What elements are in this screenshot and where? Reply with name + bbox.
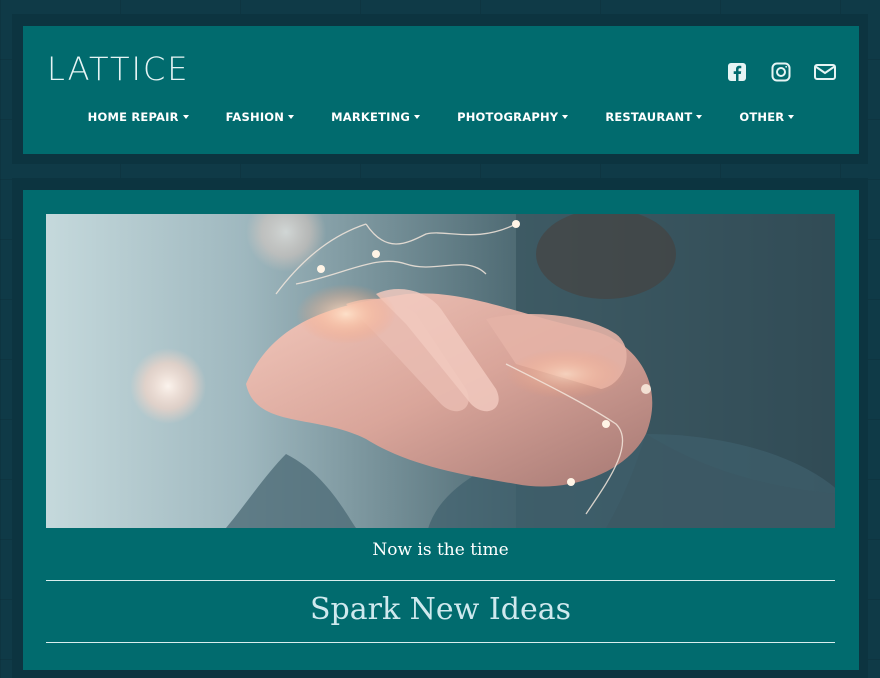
caret-down-icon (562, 115, 569, 119)
caret-down-icon (788, 115, 795, 119)
nav-item-label: FASHION (225, 110, 285, 124)
main-nav: HOME REPAIR FASHION MARKETING PHOTOGRAPH… (23, 110, 859, 124)
instagram-icon[interactable] (769, 60, 793, 84)
nav-item-label: HOME REPAIR (87, 110, 179, 124)
caret-down-icon (182, 115, 189, 119)
nav-item-fashion[interactable]: FASHION (225, 110, 295, 124)
page-headline: Spark New Ideas (309, 592, 571, 627)
hero-image (46, 214, 835, 528)
caret-down-icon (696, 115, 703, 119)
nav-item-home-repair[interactable]: HOME REPAIR (88, 110, 189, 124)
email-icon[interactable] (813, 60, 837, 84)
divider (46, 580, 835, 581)
nav-item-marketing[interactable]: MARKETING (331, 110, 421, 124)
nav-item-label: OTHER (739, 110, 785, 124)
caret-down-icon (414, 115, 421, 119)
facebook-icon[interactable] (725, 60, 749, 84)
nav-item-other[interactable]: OTHER (739, 110, 795, 124)
nav-item-label: RESTAURANT (605, 110, 693, 124)
nav-item-label: MARKETING (331, 110, 411, 124)
site-header: LATTICE HOME REPAIR FASHION MARKETING PH… (23, 26, 859, 154)
nav-item-label: PHOTOGRAPHY (457, 110, 559, 124)
nav-item-restaurant[interactable]: RESTAURANT (605, 110, 703, 124)
social-links (725, 60, 837, 84)
hero-caption: Now is the time (372, 540, 509, 560)
site-logo[interactable]: LATTICE (47, 50, 190, 88)
caret-down-icon (288, 115, 295, 119)
nav-item-photography[interactable]: PHOTOGRAPHY (457, 110, 569, 124)
divider (46, 642, 835, 643)
main-content: Now is the time Spark New Ideas (23, 190, 859, 670)
